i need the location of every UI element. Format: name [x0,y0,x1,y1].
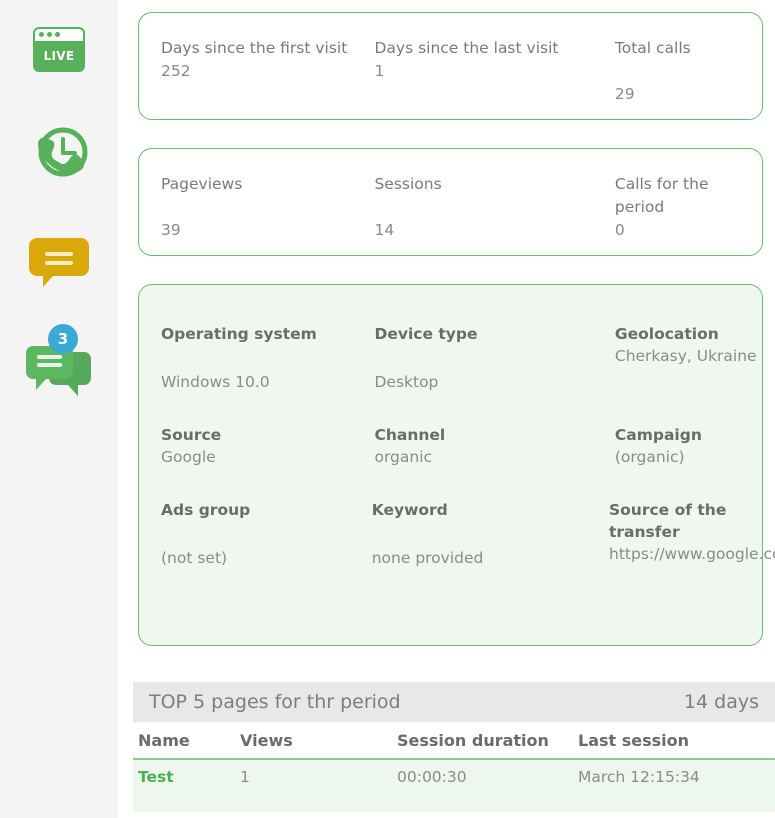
table-period-label: 14 days [683,691,759,713]
info-value: Cherkasy, Ukraine [614,347,757,365]
table-header-last-session[interactable]: Last session [578,731,768,750]
stat-label: Sessions [374,175,442,193]
visitor-info-card: Operating system Windows 10.0 Device typ… [138,284,775,646]
stat-value: 252 [161,62,191,80]
sidebar-item-chats[interactable]: 3 [0,324,118,410]
table-title: TOP 5 pages for thr period [149,691,401,713]
stat-value: 0 [614,221,625,239]
table-cell-session-duration: 00:00:30 [397,768,467,786]
table-header-views[interactable]: Views [240,731,397,750]
table-title-bar: TOP 5 pages for thr period 14 days [133,682,775,722]
info-source: Source Google [161,424,374,469]
stat-days-since-last-visit: Days since the last visit 1 [374,37,614,106]
stat-value: 29 [614,85,635,103]
stat-label: Pageviews [161,175,243,193]
visitor-info-row: Operating system Windows 10.0 Device typ… [139,285,762,394]
info-label: Ads group [161,501,251,519]
stat-label: Calls for the period [614,175,709,216]
info-geolocation: Geolocation Cherkasy, Ukraine [615,323,762,394]
live-icon-dot [47,32,52,37]
info-label: Source [161,426,222,444]
stat-pageviews: Pageviews 39 [161,173,374,242]
stat-label: Total calls [614,39,691,57]
info-value: none provided [371,549,484,567]
table-header-session-duration[interactable]: Session duration [397,731,578,750]
sidebar-item-messages[interactable] [0,228,118,294]
traffic-row: Pageviews 39 Sessions 14 Calls for the p… [139,149,762,242]
chats-unread-badge: 3 [48,324,78,354]
info-label: Keyword [371,501,448,519]
info-operating-system: Operating system Windows 10.0 [161,323,374,394]
sidebar-item-live-monitor[interactable]: LIVE [0,20,118,78]
info-source-of-transfer: Source of the transfer https://www.googl… [609,499,775,570]
stat-label: Days since the first visit [161,39,348,57]
info-value: (organic) [614,448,685,466]
info-label: Source of the transfer [609,501,727,541]
info-value: Google [161,448,216,466]
live-icon-dot [39,32,44,37]
info-label: Geolocation [614,325,719,343]
stat-days-since-first-visit: Days since the first visit 252 [161,37,374,106]
info-value: https://www.google.com/ [609,545,775,563]
sidebar-item-call-history[interactable] [0,118,118,192]
stat-sessions: Sessions 14 [374,173,614,242]
info-value: organic [374,448,433,466]
table-header-row: Name Views Session duration Last session [133,722,775,760]
info-keyword: Keyword none provided [372,499,609,570]
info-value: Windows 10.0 [161,373,270,391]
stat-value: 39 [161,221,181,239]
live-icon-label: LIVE [43,48,75,63]
stat-value: 14 [374,221,395,239]
visits-row: Days since the first visit 252 Days sinc… [139,13,762,106]
table-header-name[interactable]: Name [138,731,240,750]
live-icon-dot [55,32,60,37]
chats-icon-wrapper: 3 [24,324,94,410]
info-device-type: Device type Desktop [374,323,614,394]
visitor-info-row: Ads group (not set) Keyword none provide… [139,469,775,570]
top-pages-table: TOP 5 pages for thr period 14 days Name … [133,682,775,812]
stat-value: 1 [374,62,385,80]
main-content: Days since the first visit 252 Days sinc… [118,0,775,818]
info-ads-group: Ads group (not set) [161,499,372,570]
visits-summary-card: Days since the first visit 252 Days sinc… [138,12,763,120]
info-value: Desktop [374,373,439,391]
stat-label: Days since the last visit [374,39,559,57]
sidebar: LIVE 3 [0,0,118,818]
table-cell-name[interactable]: Test [138,768,240,786]
phone-clock-icon [38,127,88,177]
table-cell-last-session: March 12:15:34 [578,768,700,786]
info-label: Campaign [614,426,702,444]
info-label: Device type [374,325,478,343]
speech-bubble-icon [29,238,89,287]
traffic-summary-card: Pageviews 39 Sessions 14 Calls for the p… [138,148,763,256]
info-value: (not set) [161,549,228,567]
table-row[interactable]: Test 1 00:00:30 March 12:15:34 [133,760,775,812]
info-label: Operating system [161,325,317,343]
stat-total-calls: Total calls 29 [615,37,762,106]
info-campaign: Campaign (organic) [615,424,762,469]
stat-calls-for-period: Calls for the period 0 [615,173,762,242]
live-icon-titlebar [35,28,83,41]
info-channel: Channel organic [374,424,614,469]
visitor-info-row: Source Google Channel organic Campaign (… [139,394,762,469]
info-label: Channel [374,426,446,444]
table-cell-views: 1 [240,768,250,786]
live-window-icon: LIVE [33,26,85,72]
